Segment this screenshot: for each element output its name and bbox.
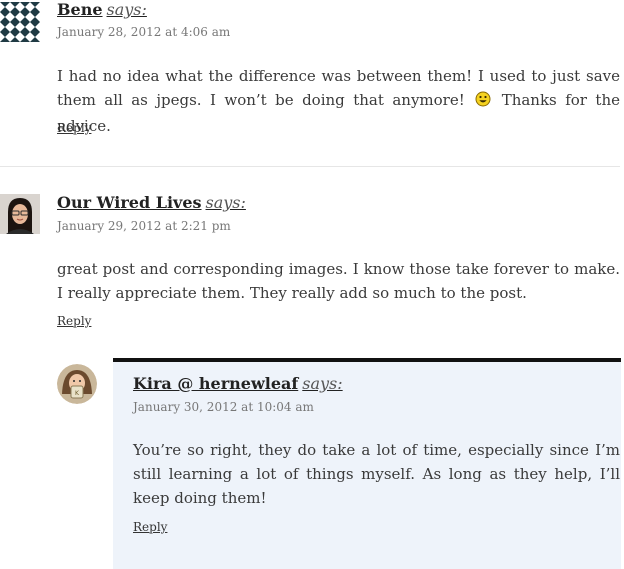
comment-date[interactable]: January 28, 2012 at 4:06 am	[57, 25, 230, 39]
comment-text: great post and corresponding images. I k…	[57, 260, 620, 302]
says-label: says:	[205, 193, 246, 212]
reply-link[interactable]: Reply	[57, 121, 91, 135]
comment-author-name[interactable]: Bene says:	[57, 0, 147, 19]
says-label: says:	[302, 374, 343, 393]
woman-with-mug-avatar-icon: K	[57, 364, 97, 404]
comment-date[interactable]: January 29, 2012 at 2:21 pm	[57, 219, 231, 233]
kira-avatar: K	[57, 364, 97, 404]
comment-kira: K Kira @ hernewleaf says: January 30, 201…	[0, 360, 624, 565]
comment-text: You’re so right, they do take a lot of t…	[133, 441, 620, 507]
comment-author-name[interactable]: Our Wired Lives says:	[57, 193, 246, 212]
smiley-face-icon	[475, 90, 491, 114]
reply-link[interactable]: Reply	[57, 314, 91, 328]
woman-portrait-avatar-icon	[0, 194, 40, 234]
bene-avatar	[0, 2, 40, 42]
comment-our-wired-lives: Our Wired Lives says: January 29, 2012 at…	[0, 190, 624, 350]
reply-link[interactable]: Reply	[133, 520, 167, 534]
our-wired-lives-avatar	[0, 194, 40, 234]
comment-text: I had no idea what the difference was be…	[57, 64, 620, 138]
author-link[interactable]: Kira @ hernewleaf	[133, 374, 298, 393]
says-label: says:	[106, 0, 147, 19]
comment-author-name[interactable]: Kira @ hernewleaf says:	[133, 374, 343, 393]
comment-bene: Bene says: January 28, 2012 at 4:06 am I …	[0, 0, 624, 166]
author-link[interactable]: Bene	[57, 0, 103, 19]
comment-date[interactable]: January 30, 2012 at 10:04 am	[133, 400, 314, 414]
pattern-avatar-icon	[0, 2, 40, 42]
author-link[interactable]: Our Wired Lives	[57, 193, 202, 212]
comment-divider	[0, 166, 620, 167]
